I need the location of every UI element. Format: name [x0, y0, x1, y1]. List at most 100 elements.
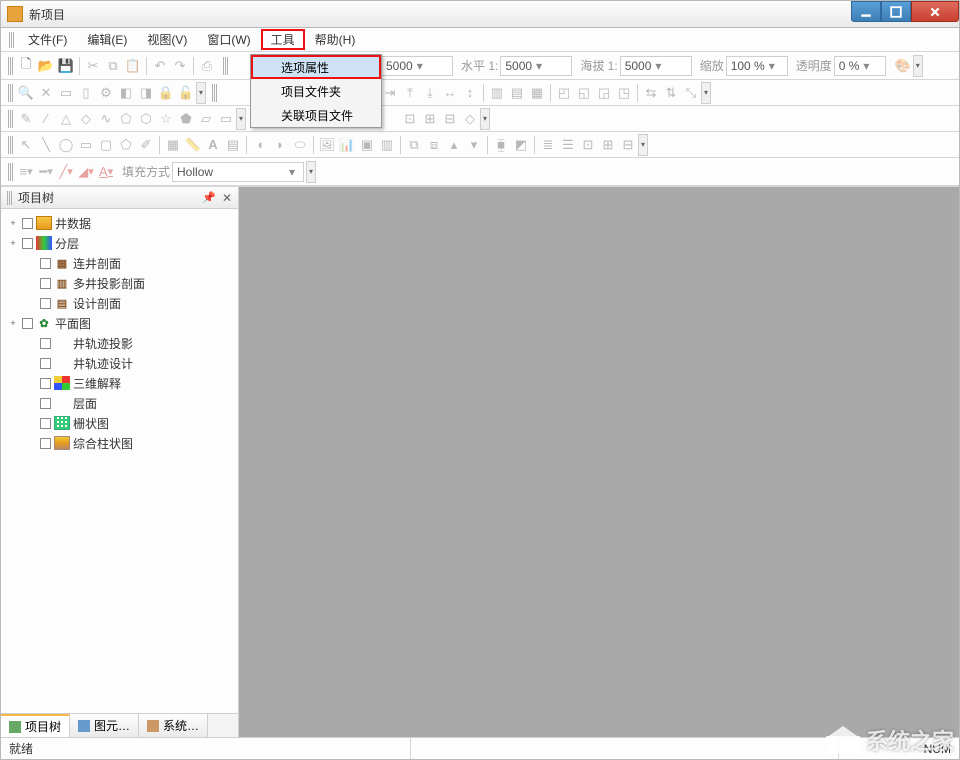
tree-checkbox[interactable]: [40, 298, 51, 309]
palette-icon[interactable]: 🎨: [894, 57, 912, 75]
shape-icon[interactable]: ☆: [157, 110, 175, 128]
menu-view[interactable]: 视图(V): [137, 29, 197, 50]
toolbar-overflow-icon[interactable]: ▾: [196, 82, 206, 104]
tool-icon[interactable]: ◧: [117, 84, 135, 102]
clip-icon[interactable]: ⧯: [492, 136, 510, 154]
shape-icon[interactable]: ⬡: [137, 110, 155, 128]
fill-color-icon[interactable]: ◢▾: [77, 163, 95, 181]
shape-icon[interactable]: ⬟: [177, 110, 195, 128]
sidebar-tab-elements[interactable]: 图元…: [70, 714, 139, 737]
redo-icon[interactable]: ↷: [171, 57, 189, 75]
tree-item[interactable]: +分层: [3, 233, 236, 253]
layer-icon[interactable]: ⊟: [619, 136, 637, 154]
delete-icon[interactable]: ✕: [37, 84, 55, 102]
tree-item[interactable]: 三维解释: [3, 373, 236, 393]
toolbar-overflow-icon[interactable]: ▾: [306, 161, 316, 183]
tool-icon[interactable]: ◨: [137, 84, 155, 102]
copy-icon[interactable]: ⧉: [104, 57, 122, 75]
shape-icon[interactable]: ◇: [77, 110, 95, 128]
table-icon[interactable]: ▤: [224, 136, 242, 154]
tree-checkbox[interactable]: [40, 338, 51, 349]
zoom-tool-icon[interactable]: 🔍: [17, 84, 35, 102]
tree-checkbox[interactable]: [40, 398, 51, 409]
pointer-icon[interactable]: ↖: [17, 136, 35, 154]
align-icon[interactable]: ↔: [441, 84, 459, 102]
tree-item[interactable]: ▥多井投影剖面: [3, 273, 236, 293]
menu-window[interactable]: 窗口(W): [197, 29, 260, 50]
arrange-icon[interactable]: ◲: [595, 84, 613, 102]
lock-icon[interactable]: 🔒: [157, 84, 175, 102]
round-rect-icon[interactable]: ▢: [97, 136, 115, 154]
paste-icon[interactable]: 📋: [124, 57, 142, 75]
shape-icon[interactable]: △: [57, 110, 75, 128]
tool-icon[interactable]: ▭: [57, 84, 75, 102]
toolbar-overflow-icon[interactable]: ▾: [701, 82, 711, 104]
undo-icon[interactable]: ↶: [151, 57, 169, 75]
menu-tools[interactable]: 工具: [261, 29, 305, 50]
size-icon[interactable]: ⇆: [642, 84, 660, 102]
tree-item[interactable]: 综合柱状图: [3, 433, 236, 453]
menu-help[interactable]: 帮助(H): [305, 29, 366, 50]
layer-icon[interactable]: ☰: [559, 136, 577, 154]
arrange-icon[interactable]: ◱: [575, 84, 593, 102]
layer-icon[interactable]: ≣: [539, 136, 557, 154]
tree-checkbox[interactable]: [22, 238, 33, 249]
line-icon[interactable]: ∕: [37, 110, 55, 128]
print-icon[interactable]: ⎙: [198, 57, 216, 75]
sidebar-tab-system[interactable]: 系统…: [139, 714, 208, 737]
dropdown-item-link-file[interactable]: 关联项目文件: [251, 103, 381, 127]
grid-icon[interactable]: ▦: [164, 136, 182, 154]
tree-checkbox[interactable]: [40, 418, 51, 429]
tree-checkbox[interactable]: [40, 378, 51, 389]
toolbar-overflow-icon[interactable]: ▾: [480, 108, 490, 130]
minimize-button[interactable]: [851, 1, 881, 22]
project-tree[interactable]: +井数据+分层▦连井剖面▥多井投影剖面▤设计剖面+✿平面图井轨迹投影井轨迹设计三…: [1, 209, 238, 713]
save-icon[interactable]: 💾: [57, 57, 75, 75]
opacity-combo[interactable]: 0 %▾: [834, 56, 886, 76]
elevation-scale-combo[interactable]: 5000▾: [620, 56, 692, 76]
align-icon[interactable]: ⤓: [421, 84, 439, 102]
tree-item[interactable]: 井轨迹设计: [3, 353, 236, 373]
gear-icon[interactable]: ⚙: [97, 84, 115, 102]
tree-checkbox[interactable]: [22, 218, 33, 229]
tree-item[interactable]: ▤设计剖面: [3, 293, 236, 313]
distribute-icon[interactable]: ▤: [508, 84, 526, 102]
layer-icon[interactable]: ⊞: [599, 136, 617, 154]
rect-tool-icon[interactable]: ▭: [77, 136, 95, 154]
text-icon[interactable]: A: [204, 136, 222, 154]
tree-item[interactable]: +井数据: [3, 213, 236, 233]
image-icon[interactable]: 🖼: [318, 136, 336, 154]
dropdown-item-project-folder[interactable]: 项目文件夹: [251, 79, 381, 103]
callout-icon[interactable]: ⬭: [291, 136, 309, 154]
tool-icon[interactable]: ▯: [77, 84, 95, 102]
distribute-icon[interactable]: ▥: [488, 84, 506, 102]
tree-item[interactable]: ▦连井剖面: [3, 253, 236, 273]
sidebar-tab-project-tree[interactable]: 项目树: [1, 714, 70, 737]
line-color-icon[interactable]: ╱▾: [57, 163, 75, 181]
sidebar-close-icon[interactable]: ✕: [222, 191, 232, 205]
pencil-icon[interactable]: ✎: [17, 110, 35, 128]
align-icon[interactable]: ⇥: [381, 84, 399, 102]
font-color-icon[interactable]: A▾: [97, 163, 115, 181]
align-icon[interactable]: ⤒: [401, 84, 419, 102]
tree-item[interactable]: 井轨迹投影: [3, 333, 236, 353]
tree-checkbox[interactable]: [40, 278, 51, 289]
tool-icon[interactable]: ▥: [378, 136, 396, 154]
group-icon[interactable]: ⧉: [405, 136, 423, 154]
order-icon[interactable]: ▴: [445, 136, 463, 154]
new-file-icon[interactable]: 🗋: [17, 57, 35, 75]
toolbar-overflow-icon[interactable]: ▾: [913, 55, 923, 77]
ellipse-tool-icon[interactable]: ◯: [57, 136, 75, 154]
polygon-tool-icon[interactable]: ⬠: [117, 136, 135, 154]
tree-checkbox[interactable]: [40, 258, 51, 269]
arrange-icon[interactable]: ◳: [615, 84, 633, 102]
arrange-icon[interactable]: ◰: [555, 84, 573, 102]
shape-icon[interactable]: ⬠: [117, 110, 135, 128]
maximize-button[interactable]: [881, 1, 911, 22]
menu-edit[interactable]: 编辑(E): [77, 29, 137, 50]
chart-icon[interactable]: 📊: [338, 136, 356, 154]
open-file-icon[interactable]: 📂: [37, 57, 55, 75]
layer-icon[interactable]: ⊡: [579, 136, 597, 154]
cut-icon[interactable]: ✂: [84, 57, 102, 75]
size-icon[interactable]: ⇅: [662, 84, 680, 102]
